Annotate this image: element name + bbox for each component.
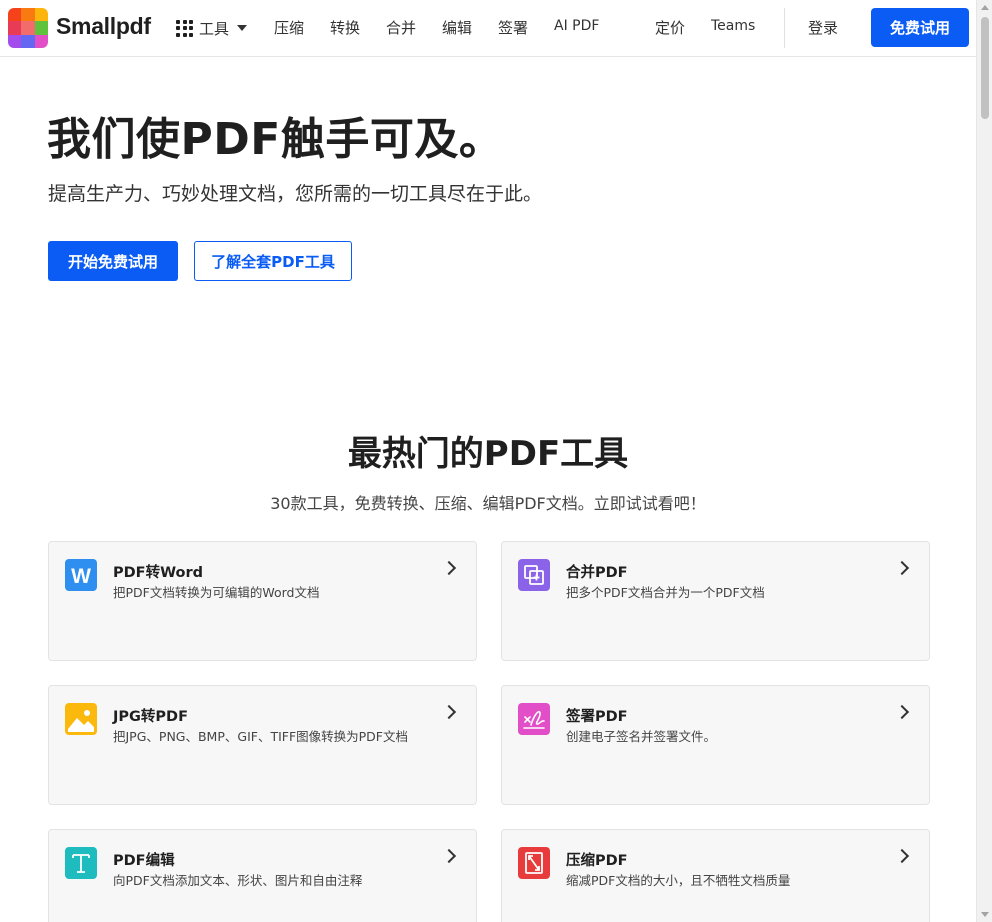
chevron-right-icon [441, 848, 457, 864]
tools-menu-label: 工具 [199, 19, 230, 38]
tool-card-sign-pdf[interactable]: 签署PDF 创建电子签名并签署文件。 [501, 685, 930, 805]
logo-square [8, 8, 22, 22]
tool-card-title: PDF转Word [113, 565, 204, 581]
logo-square [34, 21, 48, 35]
nav-merge[interactable]: 合并 [386, 17, 416, 38]
tool-card-description: 创建电子签名并签署文件。 [566, 729, 717, 744]
logo-square [21, 34, 35, 48]
logo-square [8, 21, 22, 35]
signature-icon [518, 703, 550, 735]
logo-square [21, 8, 35, 22]
logo-square [8, 34, 22, 48]
scrollbar-thumb[interactable] [981, 17, 989, 119]
chevron-right-icon [894, 560, 910, 576]
tool-card-title: PDF编辑 [113, 853, 175, 869]
section-title: 最热门的PDF工具 [347, 434, 629, 474]
apps-grid-icon [176, 19, 193, 37]
merge-icon [518, 559, 550, 591]
compress-icon [518, 847, 550, 879]
tool-card-description: 把PDF文档转换为可编辑的Word文档 [113, 585, 320, 600]
section-subtitle: 30款工具，免费转换、压缩、编辑PDF文档。立即试试看吧！ [270, 494, 706, 513]
tool-card-description: 把JPG、PNG、BMP、GIF、TIFF图像转换为PDF文档 [113, 729, 409, 744]
nav-sign[interactable]: 签署 [498, 17, 528, 38]
svg-text:W: W [71, 565, 91, 588]
login-link[interactable]: 登录 [808, 17, 838, 38]
tool-card-pdf-to-word[interactable]: W PDF转Word 把PDF文档转换为可编辑的Word文档 [48, 541, 477, 661]
nav-compress[interactable]: 压缩 [274, 17, 304, 38]
tools-menu-button[interactable]: 工具 [176, 15, 248, 41]
explore-tools-button[interactable]: 了解全套PDF工具 [194, 241, 352, 281]
tool-card-jpg-to-pdf[interactable]: JPG转PDF 把JPG、PNG、BMP、GIF、TIFF图像转换为PDF文档 [48, 685, 477, 805]
free-trial-button[interactable]: 免费试用 [871, 8, 969, 47]
nav-convert[interactable]: 转换 [330, 17, 360, 38]
tool-card-title: 合并PDF [566, 565, 628, 581]
nav-teams[interactable]: Teams [711, 18, 755, 34]
tool-card-merge-pdf[interactable]: 合并PDF 把多个PDF文档合并为一个PDF文档 [501, 541, 930, 661]
tool-card-edit-pdf[interactable]: PDF编辑 向PDF文档添加文本、形状、图片和自由注释 [48, 829, 477, 922]
text-icon [65, 847, 97, 879]
scroll-down-icon[interactable] [981, 912, 989, 917]
chevron-right-icon [441, 704, 457, 720]
page-scrollbar[interactable] [976, 0, 992, 922]
tool-card-title: 签署PDF [566, 709, 628, 725]
tool-card-compress-pdf[interactable]: 压缩PDF 缩减PDF文档的大小，且不牺牲文档质量 [501, 829, 930, 922]
nav-edit[interactable]: 编辑 [442, 17, 472, 38]
chevron-right-icon [894, 704, 910, 720]
tool-card-title: 压缩PDF [566, 853, 628, 869]
header-divider [784, 8, 785, 48]
scroll-up-icon[interactable] [981, 5, 989, 10]
brand-name[interactable]: Smallpdf [56, 13, 151, 40]
logo-square [34, 34, 48, 48]
chevron-right-icon [441, 560, 457, 576]
tool-card-title: JPG转PDF [113, 709, 188, 725]
word-icon: W [65, 559, 97, 591]
smallpdf-logo-icon[interactable] [8, 8, 48, 48]
start-free-trial-button[interactable]: 开始免费试用 [48, 241, 178, 281]
hero-title: 我们使PDF触手可及。 [47, 114, 504, 165]
logo-square [21, 21, 35, 35]
chevron-right-icon [894, 848, 910, 864]
nav-pricing[interactable]: 定价 [655, 17, 685, 38]
nav-ai-pdf[interactable]: AI PDF [554, 18, 599, 34]
site-header: Smallpdf 工具 压缩 转换 合并 编辑 签署 AI PDF 定价 Tea… [0, 0, 976, 57]
caret-down-icon [237, 25, 248, 31]
logo-square [34, 8, 48, 22]
tool-card-description: 向PDF文档添加文本、形状、图片和自由注释 [113, 873, 363, 888]
tool-card-description: 把多个PDF文档合并为一个PDF文档 [566, 585, 765, 600]
tool-card-description: 缩减PDF文档的大小，且不牺牲文档质量 [566, 873, 791, 888]
image-icon [65, 703, 97, 735]
hero-subtitle: 提高生产力、巧妙处理文档，您所需的一切工具尽在于此。 [48, 183, 543, 205]
